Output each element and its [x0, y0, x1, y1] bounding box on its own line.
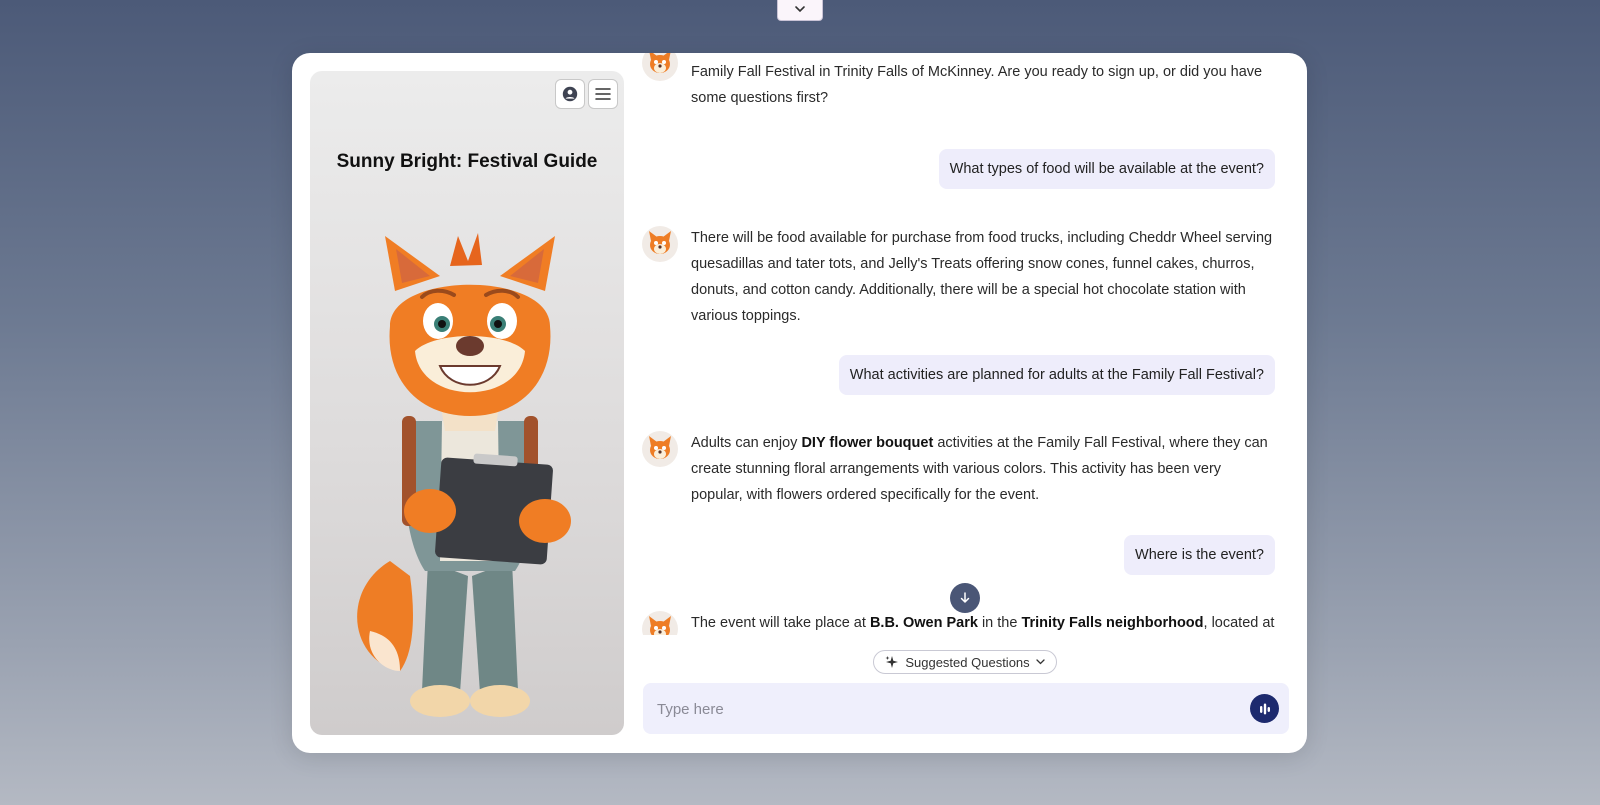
fox-mascot-illustration [357, 233, 571, 717]
text-segment: Adults can enjoy [691, 435, 802, 451]
bot-avatar [642, 226, 678, 262]
fox-avatar-icon [649, 436, 671, 459]
bot-message-text: There will be food available for purchas… [691, 230, 1273, 324]
bot-avatar [642, 611, 678, 635]
hamburger-menu-icon [595, 88, 611, 100]
user-message: Where is the event? [1124, 535, 1275, 575]
message-list[interactable]: Family Fall Festival in Trinity Falls of… [642, 53, 1292, 635]
sparkle-icon [885, 656, 899, 668]
menu-button[interactable] [588, 79, 618, 109]
fox-avatar-icon [649, 53, 671, 73]
top-collapse-toggle[interactable] [777, 0, 823, 21]
text-segment: The event will take place at [691, 615, 870, 631]
chat-window: Sunny Bright: Festival Guide Family Fall… [292, 53, 1307, 753]
panel-title: Sunny Bright: Festival Guide [336, 151, 598, 172]
bold-text: B.B. Owen Park [869, 615, 978, 631]
suggested-questions-label: Suggested Questions [905, 654, 1030, 670]
character-panel: Sunny Bright: Festival Guide [310, 71, 624, 735]
message-composer [643, 683, 1289, 736]
user-message: What activities are planned for adults a… [838, 355, 1275, 395]
chevron-down-icon [1036, 659, 1045, 665]
audio-bars-icon [1259, 703, 1270, 714]
suggested-questions-button[interactable]: Suggested Questions [873, 650, 1057, 674]
text-segment: in the [977, 615, 1022, 631]
bot-message-text: Adults can enjoy DIY flower bouquet acti… [691, 430, 1276, 508]
scroll-to-bottom-button[interactable] [950, 583, 980, 613]
text-segment: , located at [1203, 615, 1275, 631]
fox-avatar-icon [649, 616, 671, 635]
message-input[interactable] [655, 683, 1229, 736]
bold-text: Trinity Falls neighborhood [1021, 615, 1204, 631]
user-circle-icon [562, 86, 578, 102]
fox-avatar-icon [649, 231, 671, 254]
chevron-down-icon [795, 6, 805, 13]
bot-message-text: The event will take place at B.B. Owen P… [691, 610, 1276, 635]
arrow-down-icon [960, 592, 970, 603]
bot-avatar [642, 53, 678, 81]
voice-input-button[interactable] [1250, 694, 1279, 723]
bot-avatar [642, 431, 678, 467]
user-message: What types of food will be available at … [938, 149, 1275, 189]
bold-text: DIY flower bouquet [801, 435, 934, 451]
bot-message-text: Family Fall Festival in Trinity Falls of… [691, 64, 1263, 106]
account-button[interactable] [555, 79, 585, 109]
